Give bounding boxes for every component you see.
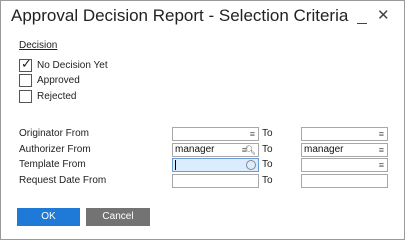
checkbox-label: Approved (37, 75, 80, 86)
checkmark-icon: ✓ (21, 56, 32, 71)
authorizer-from-label: Authorizer From (19, 144, 91, 155)
minimize-icon[interactable] (357, 23, 367, 24)
originator-from-field[interactable]: ≡ (172, 127, 259, 141)
template-from-field[interactable] (172, 158, 259, 172)
template-to-label: To (262, 159, 273, 170)
checkbox-label: No Decision Yet (37, 60, 108, 71)
originator-to-field[interactable]: ≡ (301, 127, 388, 141)
list-icon[interactable]: ≡ (250, 128, 255, 140)
dialog-title: Approval Decision Report - Selection Cri… (11, 6, 349, 25)
authorizer-to-label: To (262, 144, 273, 155)
list-icon[interactable]: ≡ (379, 128, 384, 140)
title-bar[interactable]: Approval Decision Report - Selection Cri… (1, 1, 404, 33)
list-icon[interactable]: ≡ (379, 159, 384, 171)
search-icon[interactable] (246, 160, 256, 170)
request-date-to-label: To (262, 175, 273, 186)
checkbox-box[interactable] (19, 90, 32, 103)
template-from-label: Template From (19, 159, 86, 170)
text-caret (175, 160, 176, 170)
request-date-from-field[interactable] (172, 174, 259, 188)
dialog-window: Approval Decision Report - Selection Cri… (0, 0, 405, 240)
request-date-to-field[interactable] (301, 174, 388, 188)
originator-from-label: Originator From (19, 128, 90, 139)
field-value: manager (175, 144, 215, 155)
request-date-from-label: Request Date From (19, 175, 107, 186)
search-icon[interactable]: 🔍︎ (245, 144, 256, 156)
template-to-field[interactable]: ≡ (301, 158, 388, 172)
checkbox-label: Rejected (37, 91, 77, 102)
checkbox-box[interactable] (19, 74, 32, 87)
checkbox-box[interactable]: ✓ (19, 56, 32, 72)
ok-button[interactable]: OK (17, 208, 80, 226)
originator-to-label: To (262, 128, 273, 139)
close-icon[interactable]: ✕ (377, 6, 390, 24)
field-value: manager (304, 144, 344, 155)
authorizer-from-field[interactable]: manager ≡ 🔍︎ (172, 143, 259, 157)
list-icon[interactable]: ≡ (379, 144, 384, 156)
cancel-button[interactable]: Cancel (86, 208, 150, 226)
authorizer-to-field[interactable]: manager ≡ (301, 143, 388, 157)
decision-section-label: Decision (19, 40, 58, 51)
